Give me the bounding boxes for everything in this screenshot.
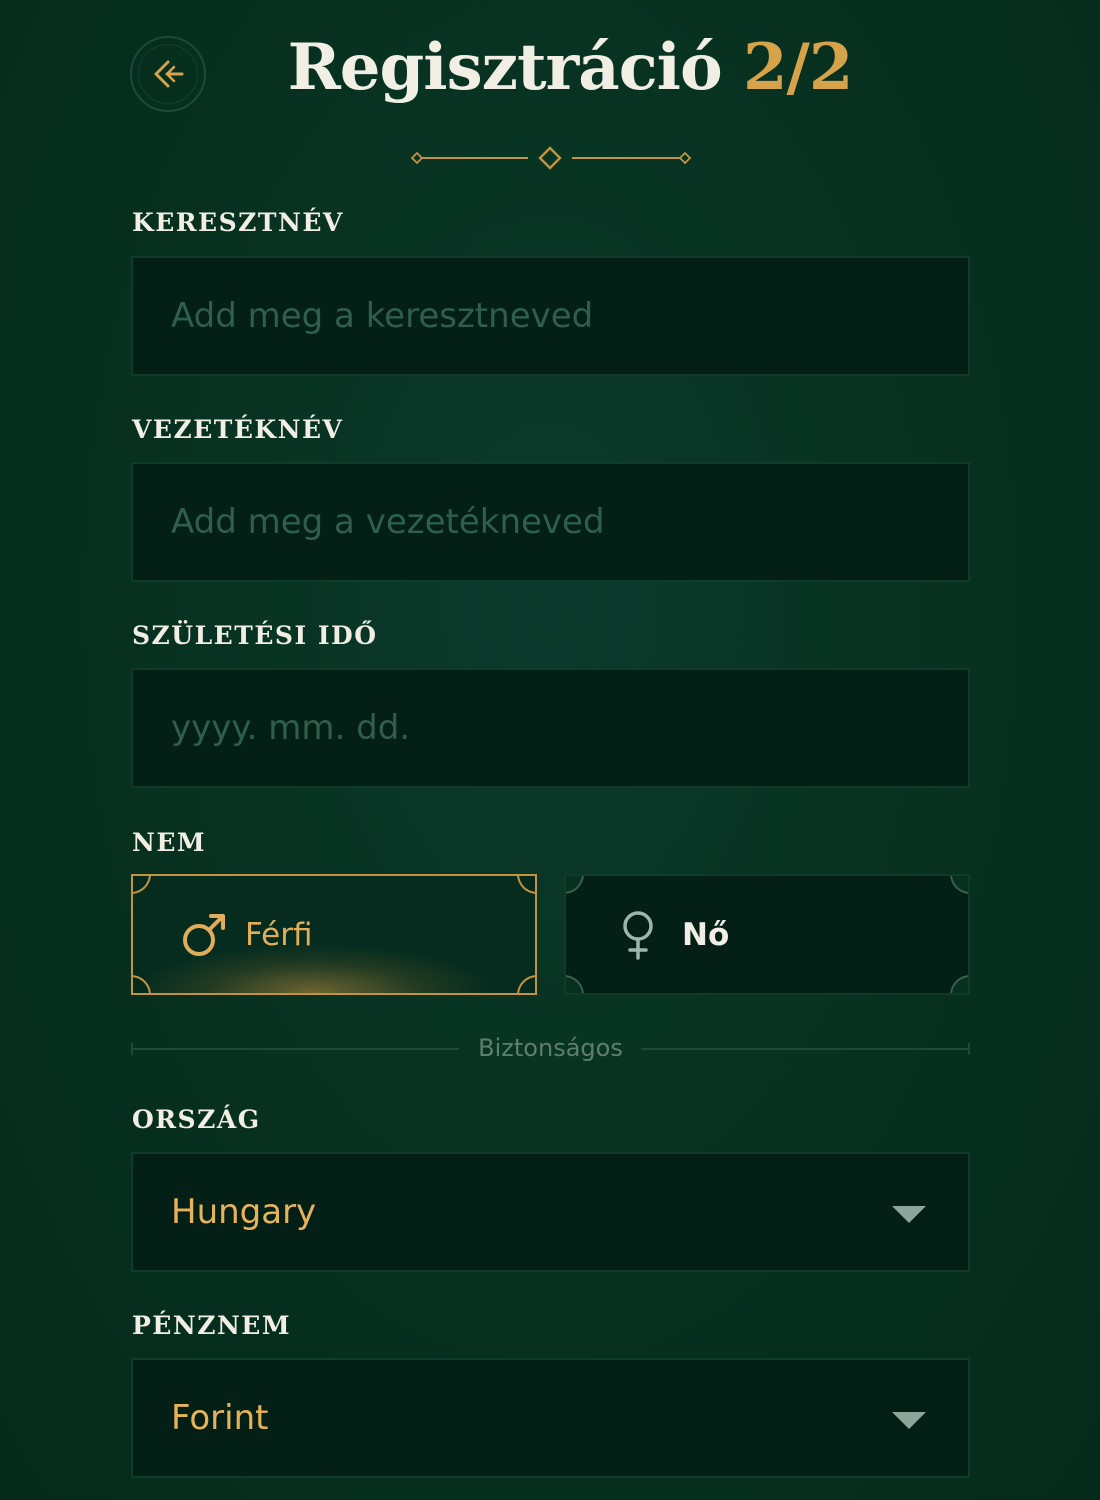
page-title: Regisztráció 2/2 — [0, 30, 1100, 105]
currency-value: Forint — [171, 1398, 269, 1438]
step-indicator: 2/2 — [742, 30, 853, 105]
last-name-label: VEZETÉKNÉV — [132, 415, 344, 444]
first-name-label: KERESZTNÉV — [132, 208, 344, 237]
first-name-field-container — [131, 256, 970, 376]
birth-date-input[interactable] — [171, 708, 968, 748]
corner-decoration — [133, 975, 151, 993]
header: Regisztráció 2/2 — [0, 0, 1100, 200]
currency-select[interactable]: Forint — [131, 1358, 970, 1478]
currency-label: PÉNZNEM — [132, 1311, 292, 1340]
title-text: Regisztráció — [287, 30, 723, 105]
divider-tick — [968, 1043, 970, 1055]
gender-label: NEM — [132, 828, 207, 857]
country-select[interactable]: Hungary — [131, 1152, 970, 1272]
chevron-down-icon — [892, 1412, 926, 1429]
gender-option-label: Nő — [682, 916, 730, 953]
gender-option-label: Férfi — [245, 916, 313, 953]
chevron-down-icon — [892, 1206, 926, 1223]
male-icon — [183, 913, 225, 956]
gender-option-male[interactable]: Férfi — [131, 874, 537, 995]
first-name-input[interactable] — [171, 296, 968, 336]
corner-decoration — [950, 975, 968, 993]
corner-decoration — [950, 876, 968, 894]
corner-decoration — [133, 876, 151, 894]
country-value: Hungary — [171, 1192, 317, 1232]
corner-decoration — [566, 975, 584, 993]
gender-option-female[interactable]: Nő — [564, 874, 970, 995]
ornament-divider-icon — [410, 146, 692, 170]
female-icon — [623, 910, 653, 960]
divider-line — [641, 1048, 970, 1050]
corner-decoration — [517, 876, 535, 894]
last-name-field-container — [131, 462, 970, 582]
birth-date-field-container — [131, 668, 970, 788]
corner-decoration — [566, 876, 584, 894]
last-name-input[interactable] — [171, 502, 968, 542]
secure-divider: Biztonságos — [131, 1034, 970, 1064]
corner-decoration — [517, 975, 535, 993]
country-label: ORSZÁG — [132, 1105, 261, 1134]
birth-date-label: SZÜLETÉSI IDŐ — [132, 621, 378, 650]
